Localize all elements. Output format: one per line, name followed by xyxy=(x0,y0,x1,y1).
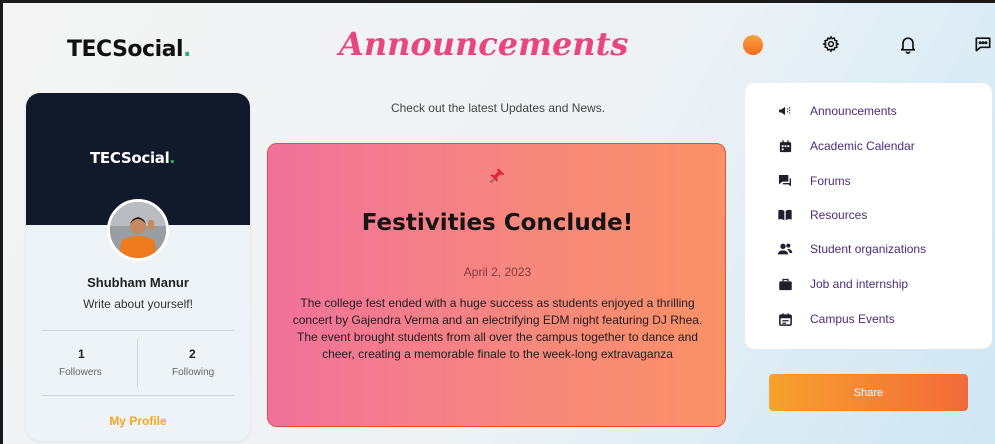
chat-icon[interactable] xyxy=(972,33,994,55)
following-count: 2 xyxy=(189,347,196,361)
nav-item-job-and-internship[interactable]: Job and internship xyxy=(745,270,992,298)
profile-bio[interactable]: Write about yourself! xyxy=(26,297,250,311)
nav-item-announcements[interactable]: Announcements xyxy=(745,97,992,125)
banner-logo-text: TECSocial xyxy=(90,149,170,167)
nav-item-label: Job and internship xyxy=(810,277,909,291)
profile-avatar[interactable] xyxy=(107,199,169,261)
user-avatar[interactable] xyxy=(743,35,763,55)
nav-item-campus-events[interactable]: Campus Events xyxy=(745,305,992,333)
announcement-body: The college fest ended with a huge succe… xyxy=(292,296,703,361)
profile-name: Shubham Manur xyxy=(87,275,189,290)
megaphone-icon xyxy=(777,103,793,119)
calendar-icon xyxy=(777,138,793,154)
announcement-card[interactable]: Festivities Conclude! April 2, 2023 The … xyxy=(267,143,726,427)
nav-item-label: Campus Events xyxy=(810,312,895,326)
nav-item-resources[interactable]: Resources xyxy=(745,201,992,229)
nav-item-label: Resources xyxy=(810,208,868,222)
announcement-title: Festivities Conclude! xyxy=(361,210,634,236)
announcement-date: April 2, 2023 xyxy=(463,265,532,279)
briefcase-icon xyxy=(777,276,793,292)
page-title: Announcements xyxy=(339,25,629,63)
followers-count: 1 xyxy=(78,347,85,361)
my-profile-link[interactable]: My Profile xyxy=(26,414,250,428)
nav-item-forums[interactable]: Forums xyxy=(745,167,992,195)
nav-panel: Announcements Academic Calendar Forums R… xyxy=(745,83,992,349)
app-logo[interactable]: TECSocial. xyxy=(67,37,191,62)
logo-dot: . xyxy=(183,37,191,62)
banner-logo-dot: . xyxy=(169,149,175,167)
group-icon xyxy=(777,241,793,257)
divider xyxy=(42,395,234,396)
nav-item-label: Student organizations xyxy=(810,242,927,256)
profile-card: TECSocial. Shubham Manur Write about you… xyxy=(26,93,250,441)
nav-item-student-organizations[interactable]: Student organizations xyxy=(745,235,992,263)
app-window: TECSocial. Announcements TECSocial. Shub… xyxy=(0,0,995,444)
book-icon xyxy=(777,207,793,223)
nav-item-label: Academic Calendar xyxy=(810,139,915,153)
banner-logo: TECSocial. xyxy=(90,149,175,167)
forum-icon xyxy=(777,173,793,189)
share-button[interactable]: Share xyxy=(769,374,968,411)
followers-label[interactable]: Followers xyxy=(59,367,102,378)
logo-text: TECSocial xyxy=(67,37,184,62)
page-subtitle: Check out the latest Updates and News. xyxy=(390,101,606,115)
event-icon xyxy=(777,311,793,327)
nav-item-label: Forums xyxy=(810,174,851,188)
nav-item-label: Announcements xyxy=(810,104,897,118)
divider xyxy=(42,330,234,331)
divider xyxy=(137,339,138,387)
bell-icon[interactable] xyxy=(897,33,919,55)
nav-item-academic-calendar[interactable]: Academic Calendar xyxy=(745,132,992,160)
gear-icon[interactable] xyxy=(820,33,842,55)
pin-icon xyxy=(487,166,507,186)
following-label[interactable]: Following xyxy=(172,367,214,378)
